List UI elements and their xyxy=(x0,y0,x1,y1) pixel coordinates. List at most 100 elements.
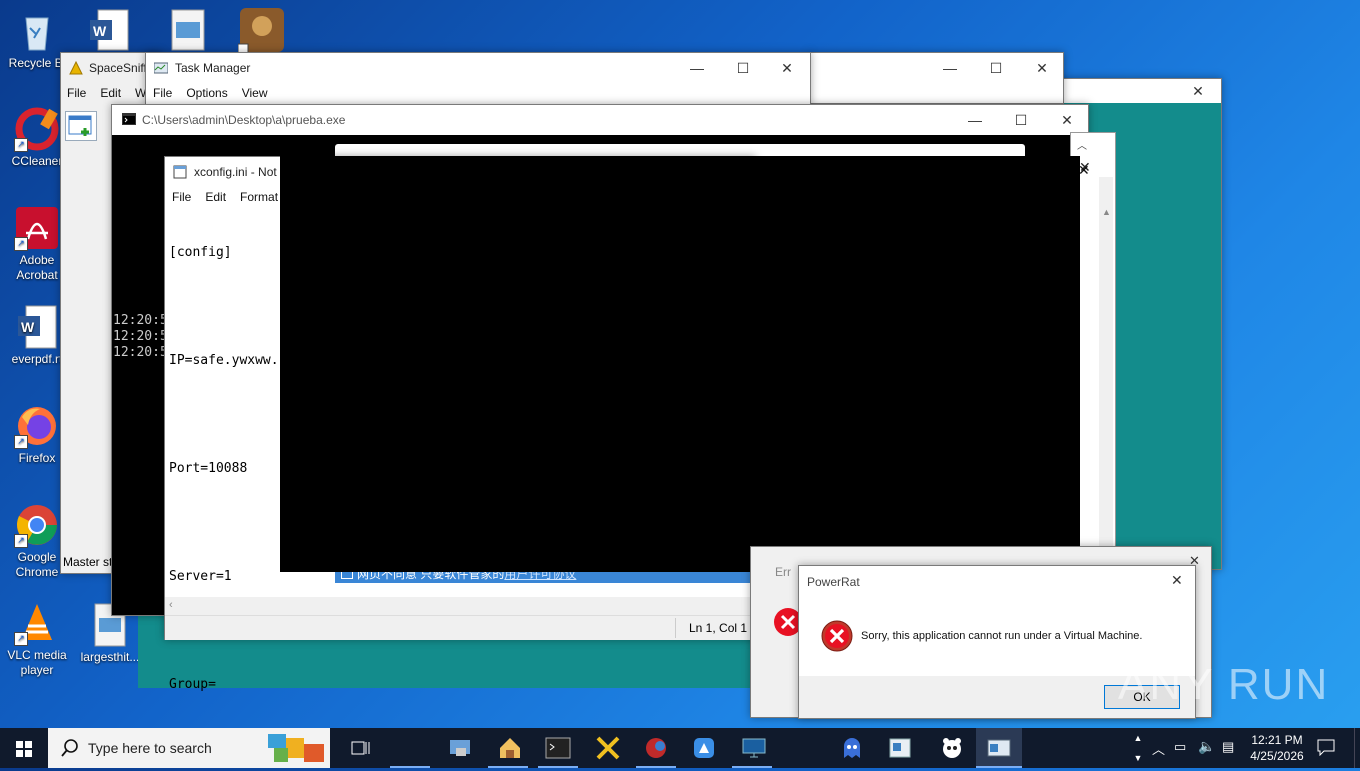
window-title: SpaceSniff xyxy=(89,61,147,75)
menu-bar: File Options View xyxy=(153,86,282,100)
minimize-button[interactable]: — xyxy=(952,105,998,135)
chrome-icon: ↗ xyxy=(14,502,60,548)
taskbar-app-monitor-icon[interactable] xyxy=(740,734,768,762)
menu-item-edit[interactable]: Edit xyxy=(205,190,226,204)
clock[interactable]: 12:21 PM 4/25/2026 xyxy=(1242,732,1312,764)
taskbar-app-active[interactable] xyxy=(976,728,1022,768)
minimize-button[interactable]: — xyxy=(927,53,973,83)
shortcut-arrow-icon: ↗ xyxy=(14,237,28,251)
console-output: 12:20:5 12:20:5 12:20:5 xyxy=(113,313,168,361)
text-line: Group= xyxy=(169,677,216,692)
notepad-icon xyxy=(173,165,187,179)
taskbar-app-document-icon[interactable] xyxy=(886,734,914,762)
taskbar-scroll[interactable]: ▲ ▼ xyxy=(1130,728,1146,768)
close-button[interactable]: ✕ xyxy=(1175,79,1221,103)
scroll-up-icon[interactable]: ︿ xyxy=(1077,137,1087,152)
close-button[interactable]: ✕ xyxy=(1044,105,1090,135)
svg-text:W: W xyxy=(93,23,107,39)
taskbar-app-ghost-icon[interactable] xyxy=(838,734,866,762)
show-hidden-icons-icon[interactable]: ︿ xyxy=(1152,739,1165,758)
volume-icon[interactable]: 🔈 xyxy=(1198,738,1215,755)
windows-icon xyxy=(16,741,32,757)
battery-icon[interactable]: ▭ xyxy=(1174,739,1186,755)
minimize-button[interactable]: — xyxy=(674,53,720,83)
spacesniffer-icon xyxy=(69,60,83,75)
black-overlay-window xyxy=(280,156,1080,572)
menu-item-edit[interactable]: Edit xyxy=(100,86,121,100)
dialog-title: PowerRat xyxy=(807,575,860,589)
taskbar-app-installer-icon[interactable] xyxy=(496,734,524,762)
word-doc-icon: W xyxy=(14,304,60,350)
window-title: C:\Users\admin\Desktop\a\prueba.exe xyxy=(142,113,346,127)
new-view-button[interactable] xyxy=(65,111,97,141)
text-line: [config] xyxy=(169,245,232,260)
notification-center-icon[interactable] xyxy=(1316,738,1336,757)
active-window-icon xyxy=(987,739,1011,757)
scroll-left-icon[interactable]: ‹ xyxy=(169,599,173,611)
anyrun-watermark: ANY RUN xyxy=(1118,660,1330,709)
error-message: Sorry, this application cannot run under… xyxy=(861,630,1143,642)
search-highlight-icon xyxy=(266,730,328,766)
maximize-button[interactable]: ☐ xyxy=(720,53,766,83)
dialog-title-partial: Err xyxy=(775,565,791,579)
taskbar-app-console-icon[interactable] xyxy=(544,734,572,762)
horizontal-scrollbar[interactable]: ‹ xyxy=(165,597,755,615)
shortcut-arrow-icon: ↗ xyxy=(14,534,28,548)
taskbar-app-panda-icon[interactable] xyxy=(938,734,966,762)
close-button[interactable]: ✕ xyxy=(1171,572,1183,589)
taskbar-app-blue-icon[interactable] xyxy=(690,734,718,762)
maximize-button[interactable]: ☐ xyxy=(998,105,1044,135)
status-bar: Master st xyxy=(63,555,113,569)
search-icon xyxy=(60,738,80,761)
task-manager-window: Task Manager — ☐ ✕ File Options View xyxy=(145,52,811,106)
menu-item-view[interactable]: View xyxy=(242,86,268,100)
console-line: 12:20:5 xyxy=(113,313,168,328)
image-file-icon[interactable] xyxy=(168,8,208,52)
desktop-icon-label: largesthit... xyxy=(80,650,140,664)
task-view-icon[interactable] xyxy=(346,734,374,762)
error-icon xyxy=(821,620,853,652)
text-line xyxy=(169,298,279,316)
shortcut-arrow-icon: ↗ xyxy=(14,138,28,152)
console-line: 12:20:5 xyxy=(113,345,168,360)
maximize-button[interactable]: ☐ xyxy=(973,53,1019,83)
shortcut-arrow-icon: ↗ xyxy=(14,632,28,646)
shortcut-arrow-icon: ↗ xyxy=(14,435,28,449)
cursor-position: Ln 1, Col 1 xyxy=(689,621,748,635)
start-button[interactable] xyxy=(0,728,48,768)
menu-item-file[interactable]: File xyxy=(172,190,191,204)
game-shortcut-icon[interactable] xyxy=(237,6,286,55)
search-placeholder: Type here to search xyxy=(88,740,212,756)
word-doc-icon[interactable]: W xyxy=(88,8,132,52)
scroll-up-icon[interactable]: ▲ xyxy=(1102,207,1111,217)
background-window-top: — ☐ ✕ xyxy=(808,52,1064,104)
clock-time: 12:21 PM xyxy=(1251,733,1303,747)
search-box[interactable]: Type here to search xyxy=(48,728,330,768)
close-button[interactable]: ✕ xyxy=(1019,53,1065,83)
console-line: 12:20:5 xyxy=(113,329,168,344)
menu-item-options[interactable]: Options xyxy=(186,86,227,100)
menu-item-file[interactable]: File xyxy=(153,86,172,100)
menu-item-file[interactable]: File xyxy=(67,86,86,100)
text-line: IP=safe.ywxww. xyxy=(169,353,279,368)
desktop-icon-vlc[interactable]: ↗ VLC media player xyxy=(0,600,74,678)
scrollbar[interactable] xyxy=(1099,177,1113,557)
status-bar: Ln 1, Col 1 xyxy=(165,615,755,640)
taskbar-app-red-icon[interactable] xyxy=(642,734,670,762)
notepad-text-area[interactable]: [config] IP=safe.ywxww. Port=10088 Serve… xyxy=(169,208,279,730)
status-divider xyxy=(675,618,676,638)
network-icon[interactable]: ▤ xyxy=(1222,739,1234,755)
show-desktop-button[interactable] xyxy=(1354,728,1360,768)
recycle-bin-icon xyxy=(14,8,60,54)
window-title: Task Manager xyxy=(175,61,251,75)
menu-item-format[interactable]: Format xyxy=(240,190,278,204)
text-line xyxy=(169,514,279,532)
taskbar-app-network-icon[interactable] xyxy=(446,734,474,762)
acrobat-icon: ↗ xyxy=(14,205,60,251)
close-button[interactable]: ✕ xyxy=(764,53,810,83)
desktop-icon-label: VLC media xyxy=(7,648,67,662)
taskbar: Type here to search ▲ ▼ ︿ ▭ 🔈 ▤ 12:21 PM… xyxy=(0,728,1360,768)
close-button[interactable]: ✕ xyxy=(1078,162,1090,179)
new-window-icon xyxy=(68,115,92,136)
taskbar-app-tools-icon[interactable] xyxy=(594,734,622,762)
